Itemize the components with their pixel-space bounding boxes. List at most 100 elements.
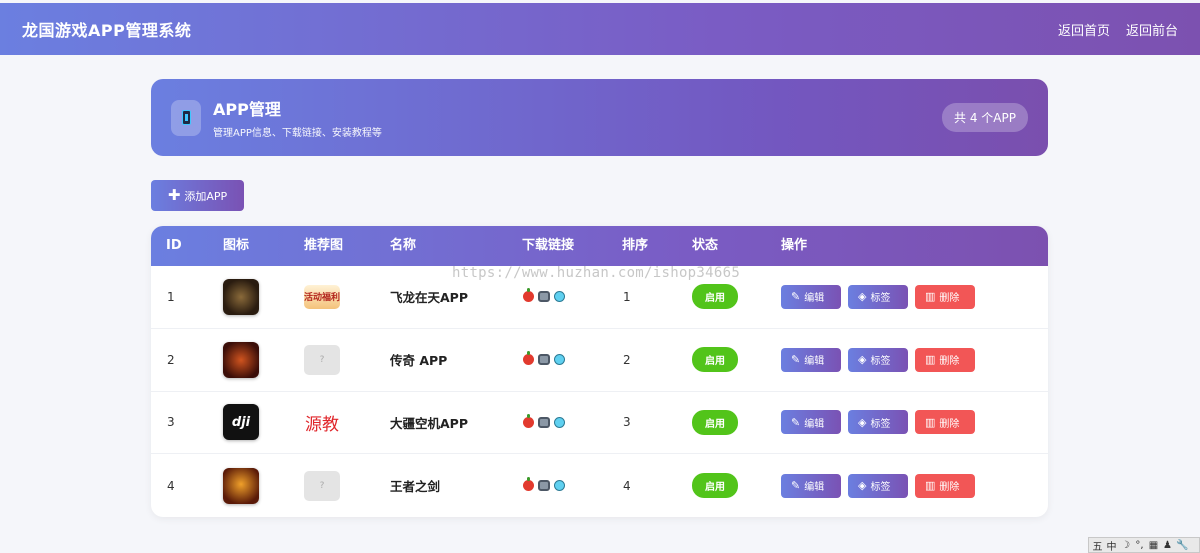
sort-value: 3 bbox=[623, 415, 631, 430]
recommend-image: 活动福利 bbox=[304, 284, 340, 309]
apple-icon[interactable] bbox=[523, 351, 534, 366]
app-table: ID 图标 推荐图 名称 下载链接 排序 状态 操作 1 活动福利 飞龙在天AP… bbox=[151, 226, 1048, 517]
edit-button[interactable]: ✎ 编辑 bbox=[781, 473, 841, 498]
download-links bbox=[523, 351, 565, 366]
apple-icon[interactable] bbox=[523, 288, 534, 303]
col-actions: 操作 bbox=[781, 238, 808, 253]
ime-wubi-icon[interactable]: 五 bbox=[1092, 538, 1103, 553]
phone-icon bbox=[171, 99, 201, 136]
frontend-link[interactable]: 返回前台 bbox=[1126, 20, 1178, 39]
edit-button[interactable]: ✎ 编辑 bbox=[781, 284, 841, 309]
tag-button[interactable]: ◈ 标签 bbox=[848, 347, 908, 372]
ime-chinese-icon[interactable]: 中 bbox=[1106, 538, 1117, 553]
web-icon[interactable] bbox=[554, 291, 565, 303]
delete-button[interactable]: ▥ 删除 bbox=[915, 347, 975, 372]
top-navbar: 龙国游戏APP管理系统 返回首页 返回前台 bbox=[0, 3, 1200, 55]
app-name: 王者之剑 bbox=[390, 479, 441, 495]
app-count-badge: 共 4 个APP bbox=[942, 103, 1028, 132]
page-header-card: APP管理 管理APP信息、下载链接、安装教程等 共 4 个APP bbox=[151, 79, 1048, 156]
web-icon[interactable] bbox=[554, 416, 565, 428]
col-name: 名称 bbox=[390, 238, 417, 253]
android-icon[interactable] bbox=[538, 416, 550, 428]
add-app-label: 添加APP bbox=[184, 189, 228, 203]
tag-icon: ◈ bbox=[858, 290, 867, 304]
table-row: 3 dji 源教 大疆空机APP 3 启用 ✎ 编辑 ◈ 标签 ▥ 删除 bbox=[151, 392, 1048, 455]
ime-tool-icon[interactable]: 🔧 bbox=[1176, 540, 1188, 551]
ime-user-icon[interactable]: ♟ bbox=[1162, 540, 1173, 551]
android-icon[interactable] bbox=[538, 480, 550, 492]
top-links: 返回首页 返回前台 bbox=[1058, 20, 1178, 39]
recommend-image: 源教 bbox=[305, 414, 339, 435]
table-header: ID 图标 推荐图 名称 下载链接 排序 状态 操作 bbox=[151, 226, 1048, 266]
col-id: ID bbox=[166, 238, 182, 253]
apple-icon[interactable] bbox=[523, 413, 534, 428]
table-row: 2 ? 传奇 APP 2 启用 ✎ 编辑 ◈ 标签 ▥ 删除 bbox=[151, 329, 1048, 392]
android-icon[interactable] bbox=[538, 354, 550, 366]
col-recommend: 推荐图 bbox=[304, 238, 344, 253]
trash-icon: ▥ bbox=[925, 290, 936, 304]
table-row: 4 ? 王者之剑 4 启用 ✎ 编辑 ◈ 标签 ▥ 删除 bbox=[151, 454, 1048, 517]
app-icon: dji bbox=[223, 404, 259, 441]
apple-icon[interactable] bbox=[523, 477, 534, 492]
ime-toolbar: 五 中 ☽ °, ▦ ♟ 🔧 bbox=[1088, 537, 1200, 553]
page-subtitle: 管理APP信息、下载链接、安装教程等 bbox=[213, 128, 382, 139]
brand-title: 龙国游戏APP管理系统 bbox=[22, 21, 192, 40]
add-app-button[interactable]: ✚ 添加APP bbox=[151, 180, 244, 211]
app-icon bbox=[223, 341, 259, 378]
row-id: 4 bbox=[167, 478, 175, 493]
ime-punct-icon[interactable]: °, bbox=[1134, 540, 1145, 551]
download-links bbox=[523, 477, 565, 492]
table-row: 1 活动福利 飞龙在天APP 1 启用 ✎ 编辑 ◈ 标签 ▥ 删除 bbox=[151, 266, 1048, 329]
pencil-icon: ✎ bbox=[791, 415, 801, 429]
delete-button[interactable]: ▥ 删除 bbox=[915, 410, 975, 435]
sort-value: 4 bbox=[623, 478, 631, 493]
tag-icon: ◈ bbox=[858, 479, 867, 493]
col-icon: 图标 bbox=[223, 238, 250, 253]
status-badge[interactable]: 启用 bbox=[692, 409, 738, 435]
tag-icon: ◈ bbox=[858, 353, 867, 367]
app-icon bbox=[223, 467, 259, 504]
row-id: 1 bbox=[167, 289, 175, 304]
app-name: 传奇 APP bbox=[390, 353, 448, 369]
row-id: 3 bbox=[167, 415, 175, 430]
recommend-placeholder: ? bbox=[304, 470, 340, 501]
android-icon[interactable] bbox=[538, 291, 550, 303]
header-text: APP管理 管理APP信息、下载链接、安装教程等 bbox=[213, 96, 382, 139]
tag-icon: ◈ bbox=[858, 415, 867, 429]
pencil-icon: ✎ bbox=[791, 353, 801, 367]
app-icon bbox=[223, 278, 259, 315]
pencil-icon: ✎ bbox=[791, 290, 801, 304]
web-icon[interactable] bbox=[554, 354, 565, 366]
delete-button[interactable]: ▥ 删除 bbox=[915, 284, 975, 309]
status-badge[interactable]: 启用 bbox=[692, 284, 738, 310]
status-badge[interactable]: 启用 bbox=[692, 347, 738, 373]
ime-keyboard-icon[interactable]: ▦ bbox=[1148, 540, 1159, 551]
page-title: APP管理 bbox=[213, 100, 281, 119]
home-link[interactable]: 返回首页 bbox=[1058, 20, 1110, 39]
trash-icon: ▥ bbox=[925, 479, 936, 493]
status-badge[interactable]: 启用 bbox=[692, 473, 738, 499]
sort-value: 2 bbox=[623, 352, 631, 367]
app-name: 大疆空机APP bbox=[390, 415, 468, 431]
col-sort: 排序 bbox=[622, 238, 649, 253]
edit-button[interactable]: ✎ 编辑 bbox=[781, 347, 841, 372]
download-links bbox=[523, 288, 565, 303]
delete-button[interactable]: ▥ 删除 bbox=[915, 473, 975, 498]
web-icon[interactable] bbox=[554, 480, 565, 492]
tag-button[interactable]: ◈ 标签 bbox=[848, 473, 908, 498]
trash-icon: ▥ bbox=[925, 415, 936, 429]
col-status: 状态 bbox=[692, 238, 719, 253]
tag-button[interactable]: ◈ 标签 bbox=[848, 284, 908, 309]
sort-value: 1 bbox=[623, 289, 631, 304]
download-links bbox=[523, 413, 565, 428]
tag-button[interactable]: ◈ 标签 bbox=[848, 410, 908, 435]
ime-moon-icon[interactable]: ☽ bbox=[1120, 540, 1131, 551]
trash-icon: ▥ bbox=[925, 353, 936, 367]
edit-button[interactable]: ✎ 编辑 bbox=[781, 410, 841, 435]
pencil-icon: ✎ bbox=[791, 479, 801, 493]
plus-icon: ✚ bbox=[167, 186, 181, 204]
col-download: 下载链接 bbox=[522, 238, 575, 253]
recommend-placeholder: ? bbox=[304, 344, 340, 375]
app-name: 飞龙在天APP bbox=[390, 290, 468, 306]
row-id: 2 bbox=[167, 352, 175, 367]
